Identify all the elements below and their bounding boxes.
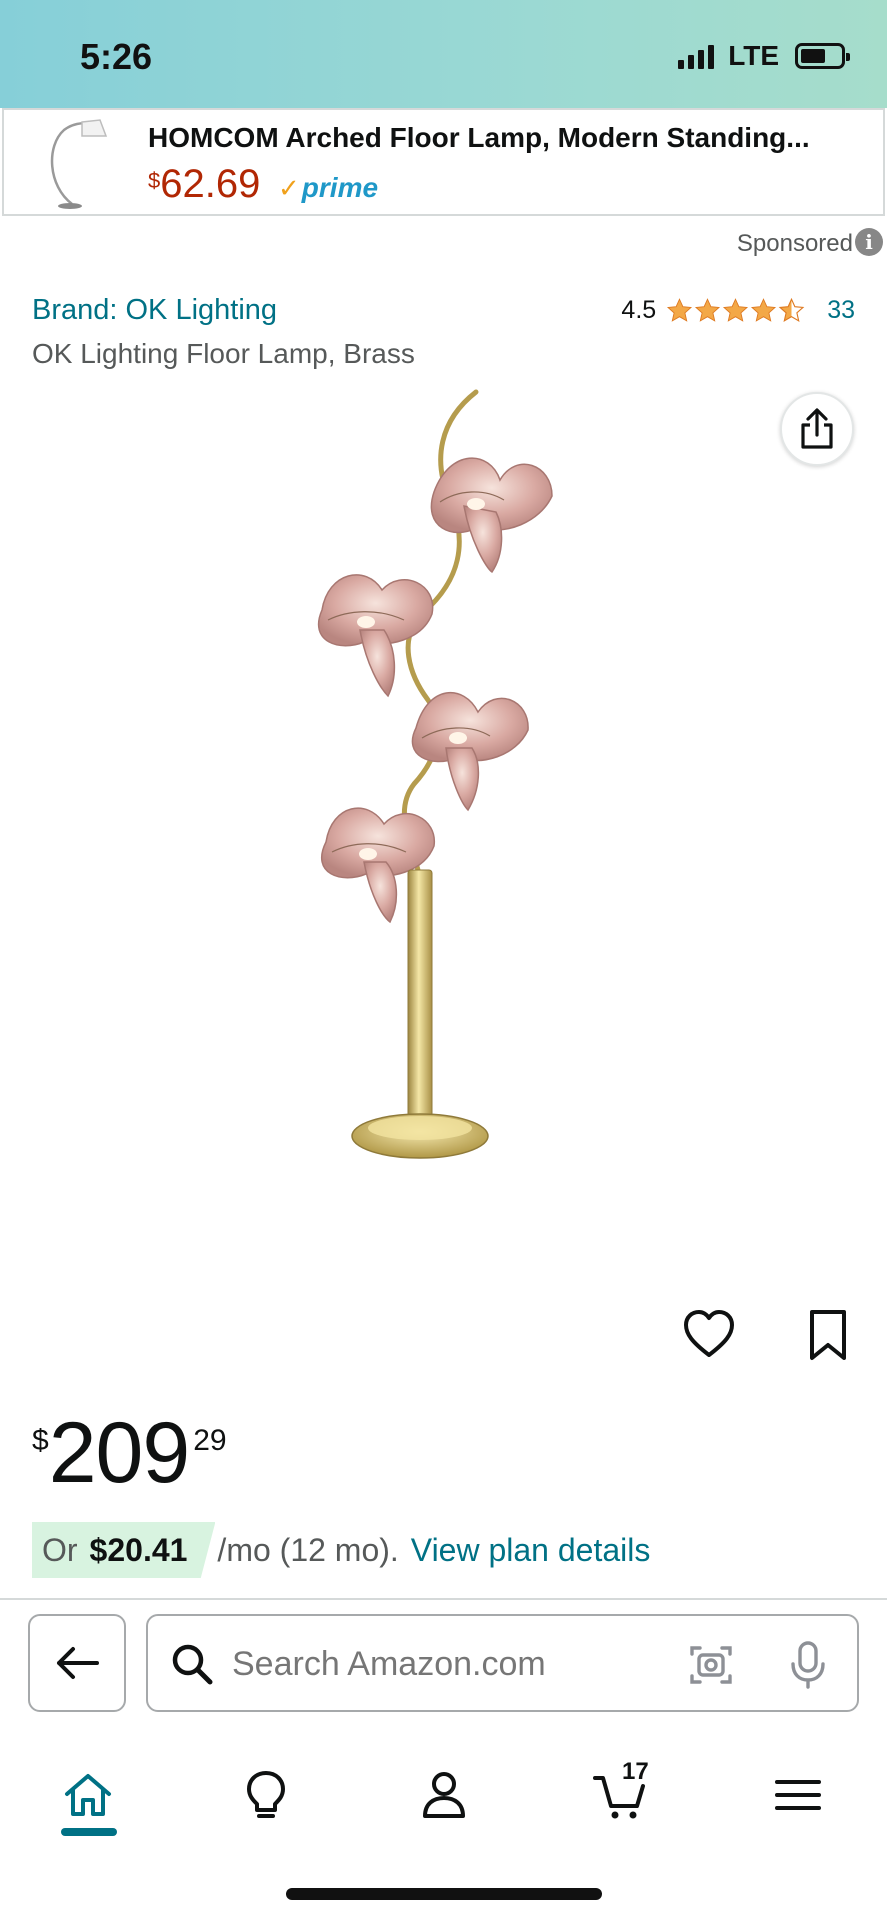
back-button[interactable] (28, 1614, 126, 1712)
tab-inspire[interactable] (226, 1760, 306, 1830)
installment-terms: /mo (12 mo). (217, 1531, 399, 1568)
home-indicator[interactable] (286, 1888, 602, 1900)
menu-icon (775, 1780, 821, 1810)
brand-link[interactable]: Brand: OK Lighting (32, 294, 277, 327)
heart-icon[interactable] (682, 1308, 736, 1362)
installment-or: Or (42, 1531, 78, 1568)
product-price: $ 209 29 (32, 1410, 227, 1496)
tab-home[interactable] (48, 1760, 128, 1830)
status-bar: 5:26 LTE (0, 0, 887, 108)
ad-title[interactable]: HOMCOM Arched Floor Lamp, Modern Standin… (148, 122, 810, 154)
prime-badge: ✓ prime (278, 172, 378, 204)
prime-label: prime (301, 172, 379, 203)
share-icon (801, 408, 833, 449)
ad-product-thumbnail (50, 119, 108, 209)
star-icon (751, 298, 777, 322)
rating-summary[interactable]: 4.5 33 (621, 296, 855, 325)
search-bar[interactable] (146, 1614, 859, 1712)
ad-price-currency: $ (148, 168, 161, 193)
share-button[interactable] (780, 392, 854, 466)
rating-count[interactable]: 33 (827, 296, 855, 325)
bottom-divider (0, 1598, 887, 1600)
rating-stars (666, 297, 805, 324)
microphone-icon[interactable] (788, 1640, 828, 1690)
price-fraction: 29 (193, 1424, 227, 1457)
price-currency: $ (32, 1424, 49, 1457)
star-icon (723, 298, 749, 322)
battery-icon (795, 43, 850, 69)
star-icon (667, 298, 693, 322)
account-icon (423, 1772, 465, 1818)
view-plan-details-link[interactable]: View plan details (411, 1532, 651, 1569)
sponsored-ad-banner[interactable]: HOMCOM Arched Floor Lamp, Modern Standin… (2, 108, 885, 216)
cart-count-badge: 17 (622, 1758, 649, 1785)
active-tab-indicator (61, 1828, 117, 1836)
network-label: LTE (728, 40, 779, 71)
sponsored-label: Sponsored (736, 230, 853, 257)
half-star-icon (778, 297, 805, 322)
price-whole: 209 (48, 1405, 190, 1501)
search-input[interactable] (232, 1636, 662, 1692)
tab-menu[interactable] (758, 1760, 838, 1830)
star-icon (695, 298, 721, 322)
installment-badge: Or $20.41 (32, 1522, 216, 1578)
signal-icon (678, 43, 715, 69)
home-icon (65, 1774, 111, 1816)
installment-offer: Or $20.41 /mo (12 mo). View plan details (32, 1522, 650, 1578)
back-arrow-icon (57, 1647, 99, 1679)
tab-account[interactable] (404, 1760, 484, 1830)
bottom-tab-bar: 17 (0, 1740, 887, 1850)
search-icon (172, 1644, 213, 1685)
bookmark-icon[interactable] (806, 1308, 850, 1362)
ad-price-amount: 62.69 (160, 162, 261, 206)
status-time: 5:26 (80, 36, 153, 77)
lightbulb-icon (247, 1771, 285, 1818)
ad-price: $ 62.69 (148, 162, 260, 207)
info-icon[interactable]: i (855, 228, 883, 256)
camera-icon[interactable] (688, 1642, 734, 1688)
product-title: OK Lighting Floor Lamp, Brass (32, 338, 415, 369)
prime-check-icon: ✓ (278, 172, 300, 203)
rating-value: 4.5 (621, 296, 657, 324)
product-image[interactable] (300, 380, 580, 1280)
status-indicators: LTE (678, 40, 850, 72)
installment-amount: $20.41 (89, 1531, 188, 1568)
